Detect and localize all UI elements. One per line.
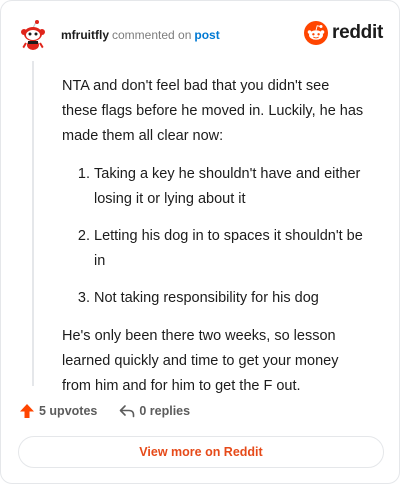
list-item: Letting his dog in to spaces it shouldn'…: [94, 224, 366, 274]
comment-footer: 5 upvotes 0 replies: [19, 401, 190, 421]
comment-meta: mfruitfly commented on post: [61, 27, 220, 43]
replies-button[interactable]: 0 replies: [119, 403, 190, 419]
reddit-logo-icon: [304, 21, 329, 45]
reply-arrow-icon: [120, 405, 135, 418]
comment-list: Taking a key he shouldn't have and eithe…: [62, 162, 366, 311]
post-link[interactable]: post: [194, 28, 219, 42]
list-item: Taking a key he shouldn't have and eithe…: [94, 162, 366, 212]
embedded-comment-card: mfruitfly commented on post reddit NTA and…: [0, 0, 400, 484]
action-text: commented on: [112, 28, 192, 42]
replies-count: 0 replies: [139, 404, 191, 418]
reddit-wordmark: reddit: [332, 22, 383, 43]
upvote-arrow-icon: [20, 404, 34, 418]
list-item: Not taking responsibility for his dog: [94, 286, 366, 311]
comment-header: mfruitfly commented on post reddit: [17, 17, 383, 53]
thread-line: [32, 61, 34, 386]
upvotes-count: 5 upvotes: [39, 404, 98, 418]
username-link[interactable]: mfruitfly: [61, 28, 109, 42]
upvotes-button[interactable]: 5 upvotes: [19, 403, 97, 419]
reddit-brand-link[interactable]: reddit: [304, 21, 383, 45]
view-more-on-reddit-button[interactable]: View more on Reddit: [18, 436, 384, 468]
comment-outro: He's only been there two weeks, so lesso…: [62, 328, 339, 394]
snoo-avatar-icon[interactable]: [17, 19, 49, 51]
comment-body: NTA and don't feel bad that you didn't s…: [62, 74, 366, 399]
comment-intro: NTA and don't feel bad that you didn't s…: [62, 78, 364, 144]
